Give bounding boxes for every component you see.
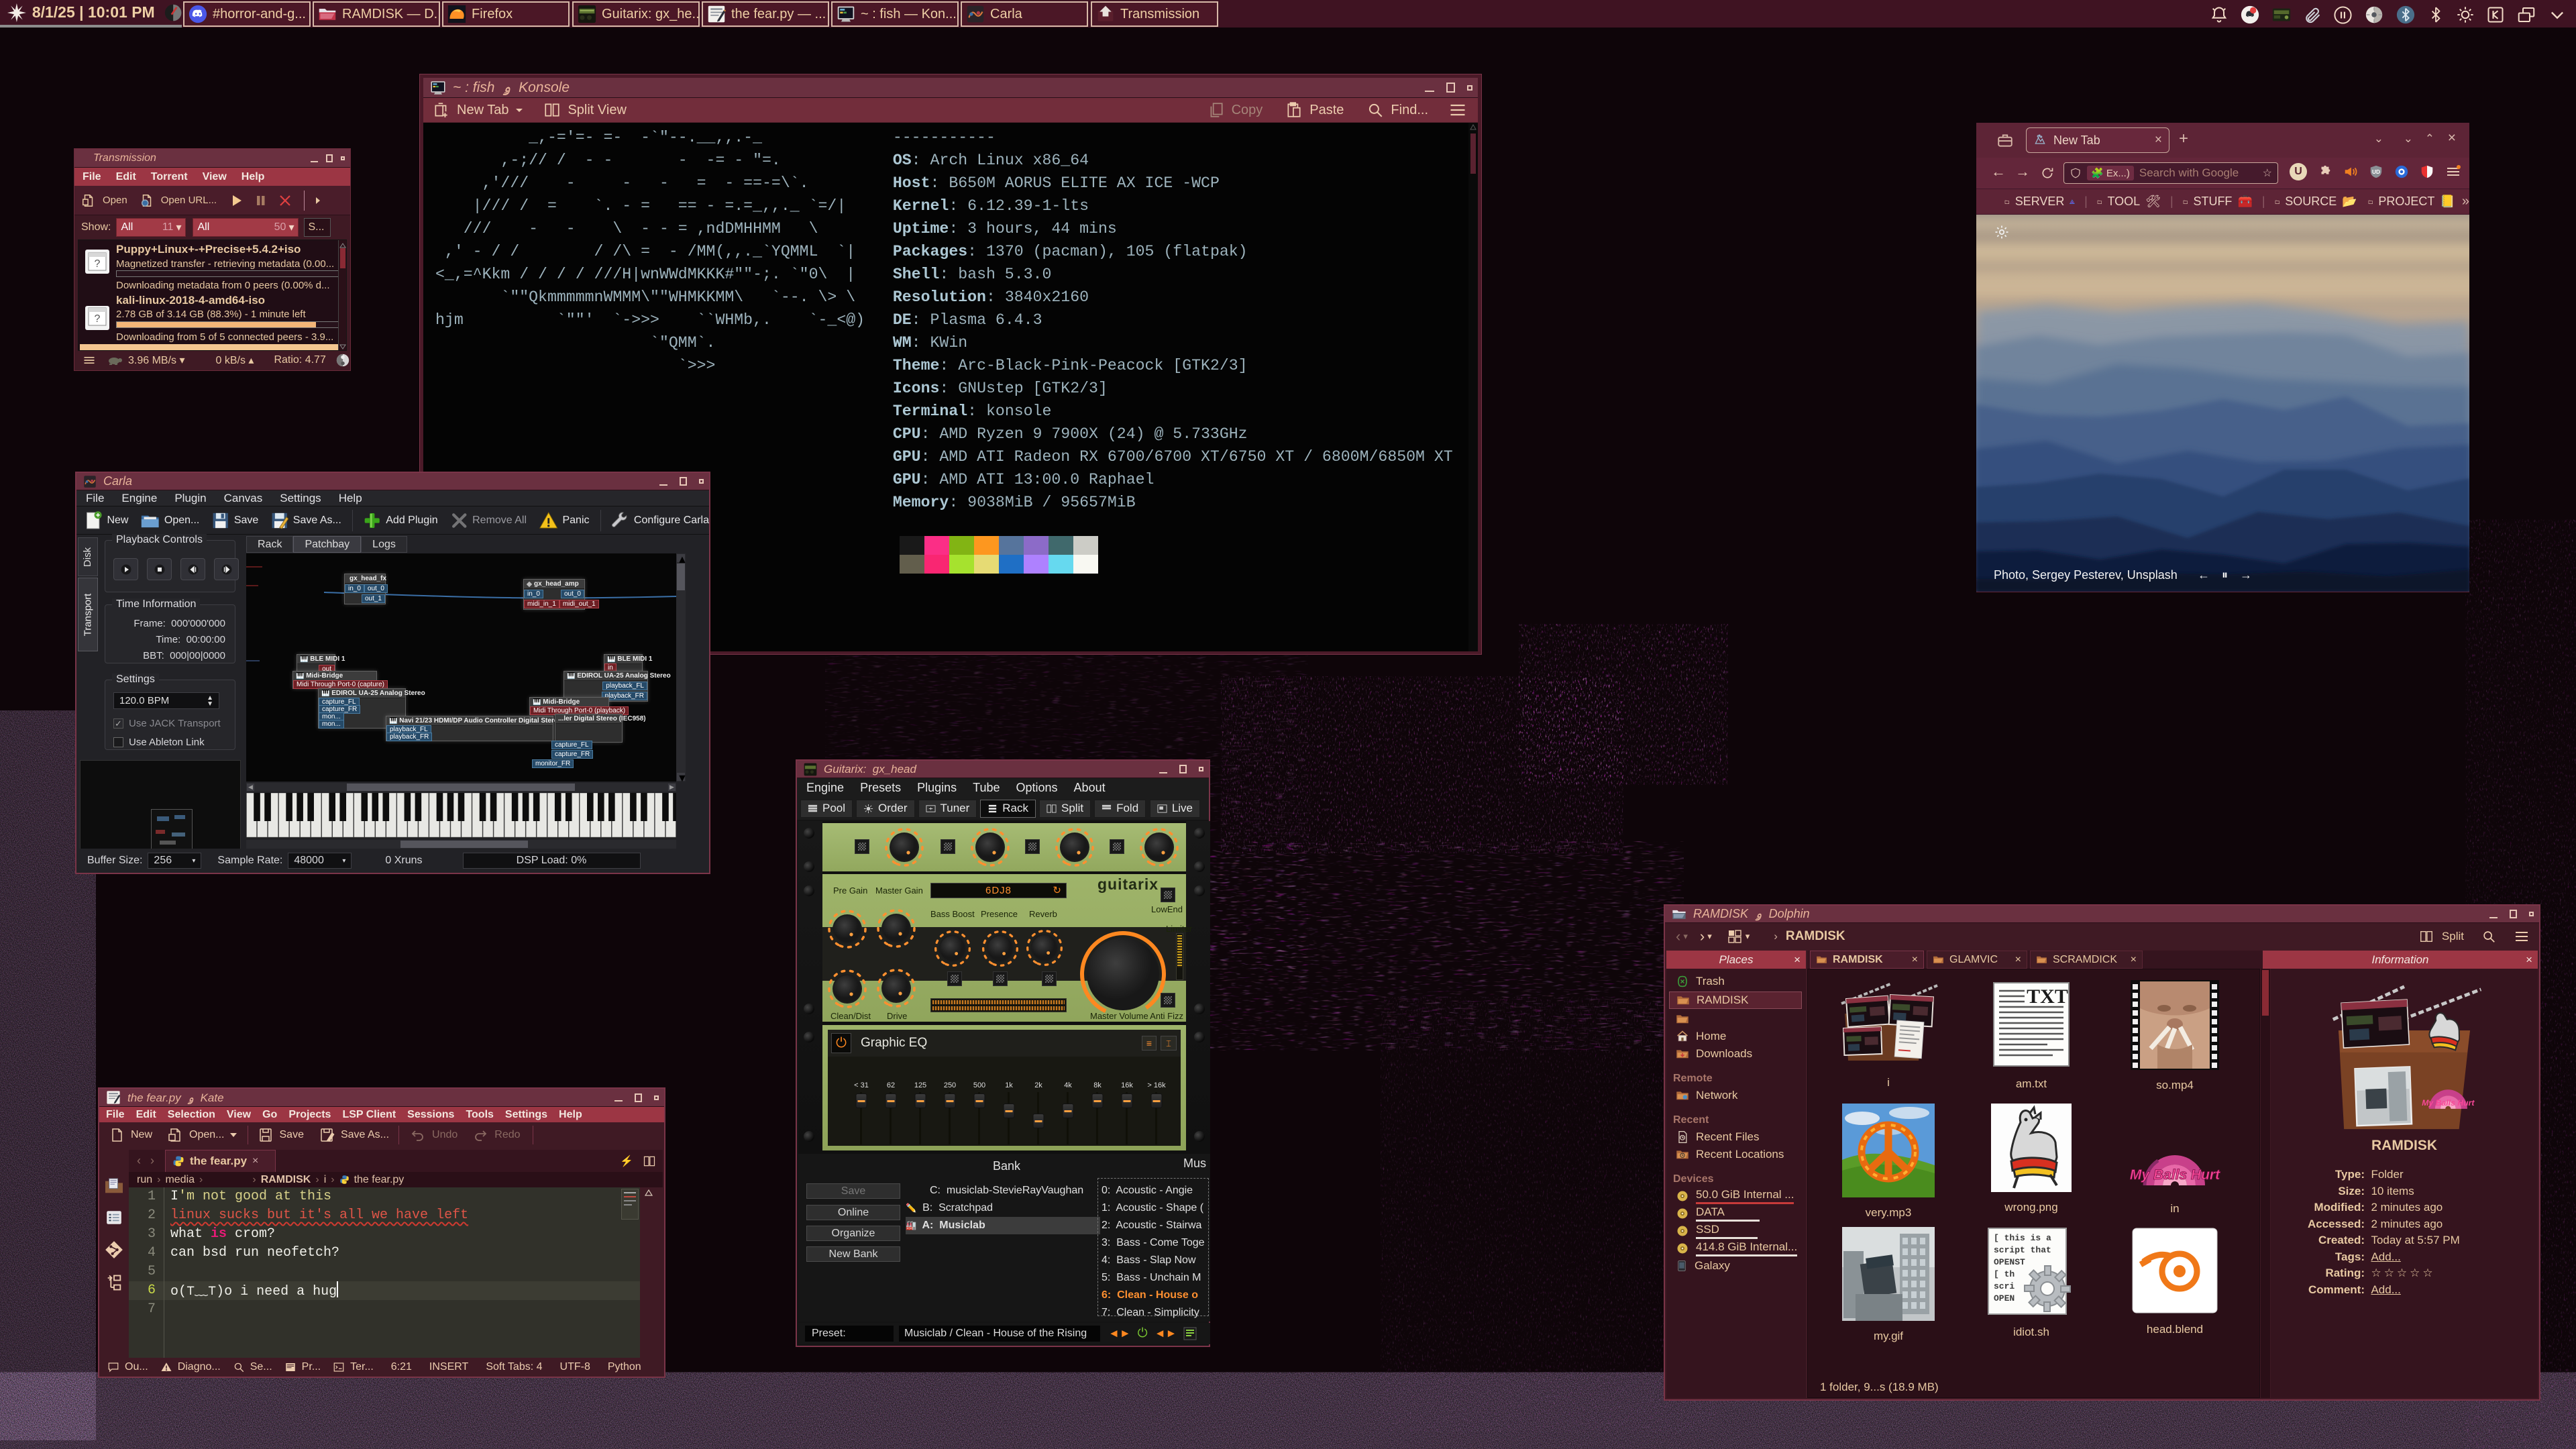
svg-text:OPENST: OPENST (1994, 1257, 2025, 1267)
svg-text:My Balls Hurt: My Balls Hurt (2130, 1167, 2220, 1183)
svg-text:My Balls Hurt: My Balls Hurt (2422, 1098, 2475, 1108)
svg-text:[ this is a: [ this is a (1994, 1233, 2051, 1243)
svg-text:script that: script that (1994, 1245, 2051, 1255)
svg-text:scri: scri (1994, 1281, 2015, 1291)
svg-text:?: ? (95, 313, 101, 325)
svg-text:OPEN: OPEN (1994, 1293, 2015, 1303)
svg-text:UD: UD (2372, 169, 2380, 175)
svg-text:?: ? (95, 258, 101, 270)
svg-text:TXT: TXT (2027, 985, 2068, 1008)
svg-text:[ th: [ th (1994, 1269, 2015, 1279)
